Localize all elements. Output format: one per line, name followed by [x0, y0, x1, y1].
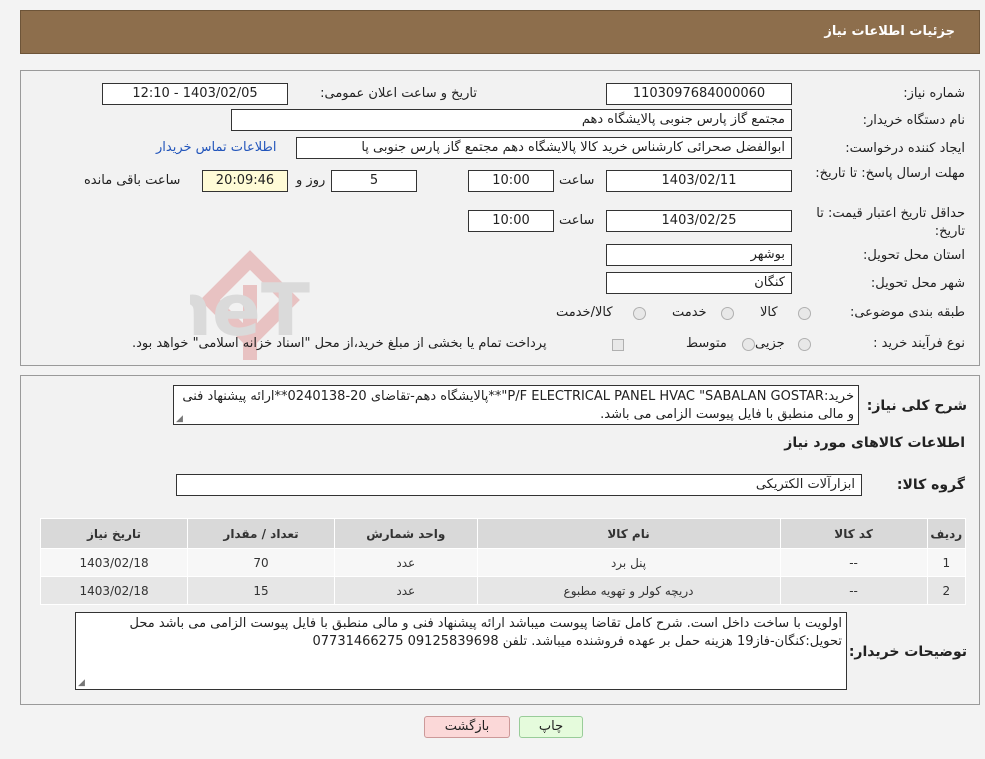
- city-field: کنگان: [606, 272, 792, 294]
- cell-name: دریچه کولر و تهویه مطبوع: [476, 576, 781, 605]
- process-option-medium: متوسط: [686, 336, 727, 351]
- province-field: بوشهر: [606, 244, 792, 266]
- category-option-goods-service: کالا/خدمت: [556, 305, 613, 320]
- table-row: 2 -- دریچه کولر و تهویه مطبوع عدد 15 140…: [39, 576, 967, 605]
- validity-time-label: ساعت: [559, 213, 595, 228]
- cell-code: --: [779, 548, 928, 577]
- cell-unit: عدد: [334, 548, 478, 577]
- province-label: استان محل تحویل:: [863, 248, 965, 263]
- process-label: نوع فرآیند خرید :: [873, 336, 965, 351]
- table-row: 1 -- پنل برد عدد 70 1403/02/18: [39, 548, 967, 577]
- col-unit-header: واحد شمارش: [334, 518, 478, 549]
- table-header-row: ردیف کد کالا نام کالا واحد شمارش تعداد /…: [39, 518, 967, 549]
- category-label: طبقه بندی موضوعی:: [849, 305, 965, 320]
- need-number-field: 1103097684000060: [606, 83, 792, 105]
- cell-code: --: [779, 576, 928, 605]
- buyer-org-field: مجتمع گاز پارس جنوبی پالایشگاه دهم: [231, 109, 792, 131]
- category-radio-service[interactable]: [721, 307, 734, 320]
- creator-label: ایجاد کننده درخواست:: [845, 141, 965, 156]
- col-date-header: تاریخ نیاز: [39, 518, 189, 549]
- resize-grip-icon[interactable]: ◢: [78, 678, 85, 758]
- need-number-label: شماره نیاز:: [903, 86, 965, 101]
- category-option-service: خدمت: [672, 305, 707, 320]
- cell-date: 1403/02/18: [39, 548, 189, 577]
- process-radio-medium[interactable]: [742, 338, 755, 351]
- buyer-notes-label: توضیحات خریدار:: [848, 644, 967, 660]
- goods-info-title: اطلاعات کالاهای مورد نیاز: [784, 435, 965, 451]
- city-label: شهر محل تحویل:: [870, 276, 965, 291]
- print-button[interactable]: چاپ: [519, 716, 583, 738]
- cell-name: پنل برد: [476, 548, 781, 577]
- back-button[interactable]: بازگشت: [424, 716, 510, 738]
- cell-row: 2: [926, 576, 967, 605]
- col-qty-header: تعداد / مقدار: [187, 518, 336, 549]
- remaining-label: ساعت باقی مانده: [84, 173, 181, 188]
- category-radio-goods-service[interactable]: [633, 307, 646, 320]
- validity-time-field: 10:00: [468, 210, 554, 232]
- col-name-header: نام کالا: [476, 518, 781, 549]
- cell-qty: 15: [187, 576, 336, 605]
- treasury-checkbox[interactable]: [612, 339, 624, 351]
- col-row-header: ردیف: [926, 518, 967, 549]
- cell-date: 1403/02/18: [39, 576, 189, 605]
- remaining-time-field: 20:09:46: [202, 170, 288, 192]
- validity-label: حداقل تاریخ اعتبار قیمت: تا تاریخ:: [816, 206, 965, 239]
- deadline-label: مهلت ارسال پاسخ: تا تاریخ:: [815, 166, 965, 181]
- summary-text: خرید:P/F ELECTRICAL PANEL HVAC "SABALAN …: [173, 385, 859, 425]
- buyer-contact-link[interactable]: اطلاعات تماس خریدار: [156, 140, 276, 155]
- creator-field: ابوالفضل صحرائی کارشناس خرید کالا پالایش…: [296, 137, 792, 159]
- days-label: روز و: [296, 173, 326, 188]
- deadline-time-field: 10:00: [468, 170, 554, 192]
- page-title: جزئیات اطلاعات نیاز: [824, 24, 955, 39]
- goods-group-field: ابزارآلات الکتریکی: [176, 474, 862, 496]
- category-radio-goods[interactable]: [798, 307, 811, 320]
- announce-label: تاریخ و ساعت اعلان عمومی:: [320, 86, 477, 101]
- deadline-date-field: 1403/02/11: [606, 170, 792, 192]
- cell-qty: 70: [187, 548, 336, 577]
- buyer-org-label: نام دستگاه خریدار:: [862, 113, 965, 128]
- cell-row: 1: [926, 548, 967, 577]
- page-header: جزئیات اطلاعات نیاز: [20, 10, 980, 54]
- process-radio-minor[interactable]: [798, 338, 811, 351]
- validity-date-field: 1403/02/25: [606, 210, 792, 232]
- cell-unit: عدد: [334, 576, 478, 605]
- buyer-notes-text: اولویت با ساخت داخل است. شرح کامل تقاضا …: [75, 612, 847, 690]
- process-note: پرداخت تمام یا بخشی از مبلغ خرید،از محل …: [132, 336, 547, 351]
- goods-group-label: گروه کالا:: [896, 477, 965, 493]
- col-code-header: کد کالا: [779, 518, 928, 549]
- deadline-time-label: ساعت: [559, 173, 595, 188]
- goods-table: ردیف کد کالا نام کالا واحد شمارش تعداد /…: [39, 518, 967, 605]
- announce-field: 1403/02/05 - 12:10: [102, 83, 288, 105]
- summary-label: شرح کلی نیاز:: [866, 398, 967, 414]
- days-field: 5: [331, 170, 417, 192]
- category-option-goods: کالا: [760, 305, 778, 320]
- process-option-minor: جزیی: [755, 336, 785, 351]
